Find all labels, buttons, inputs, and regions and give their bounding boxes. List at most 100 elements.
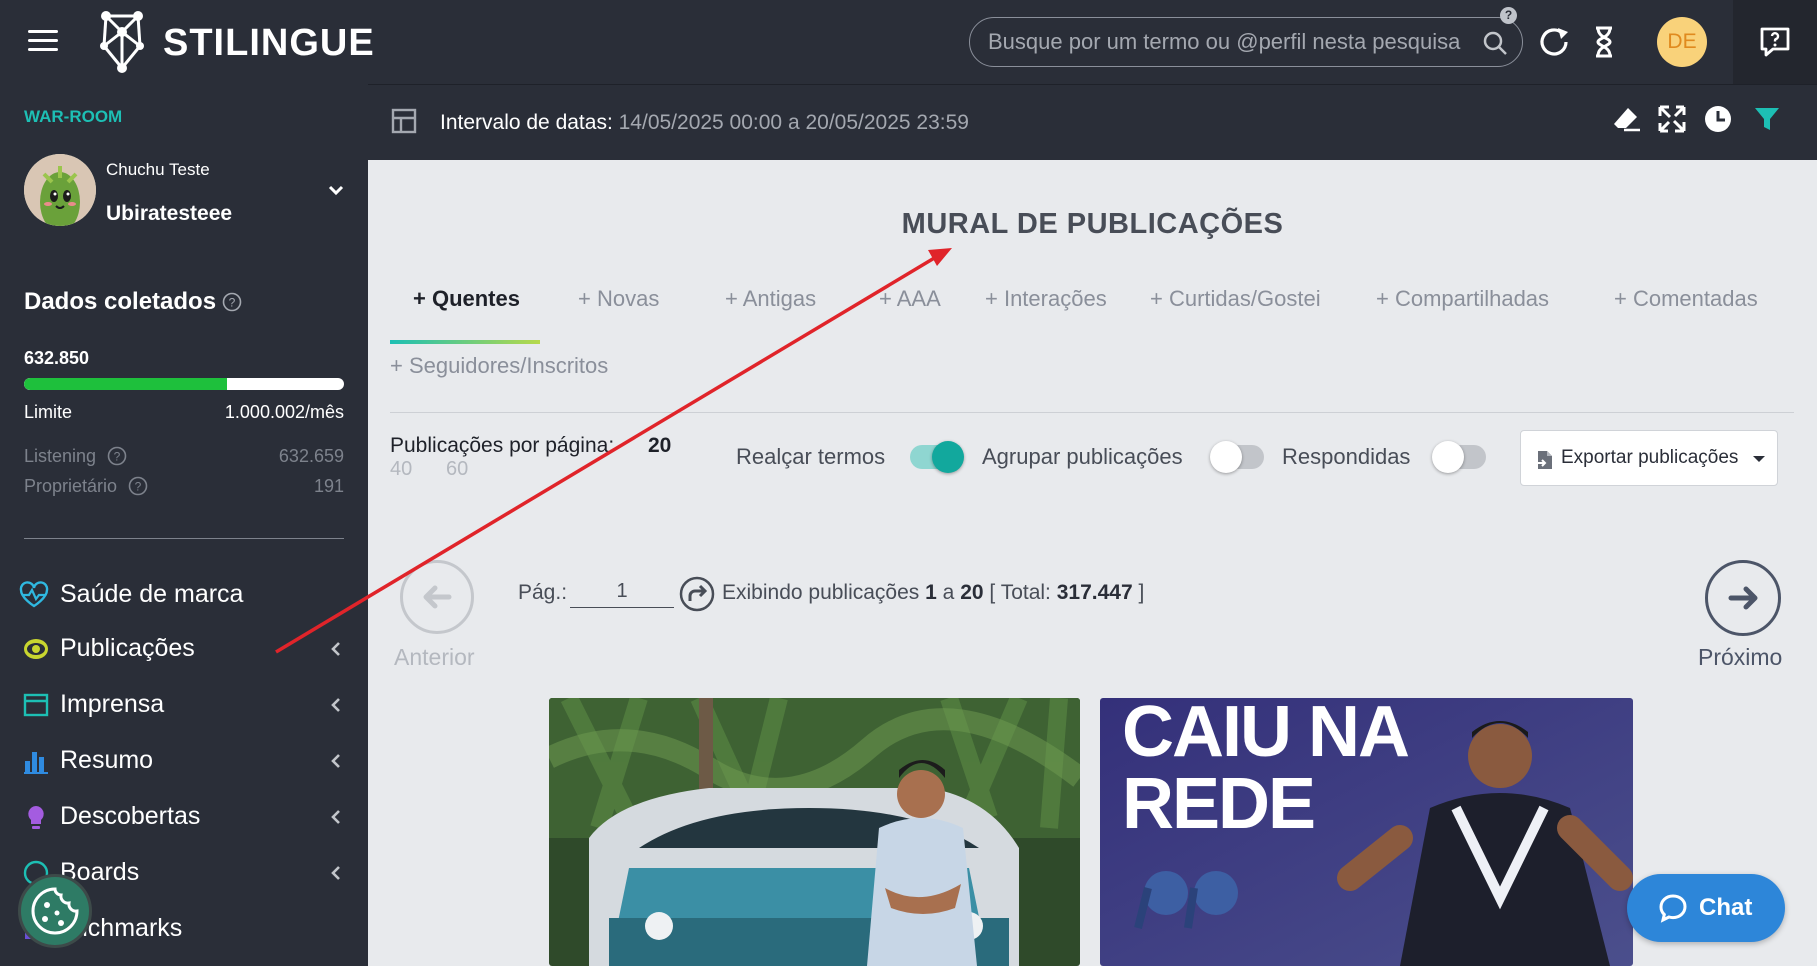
search-input[interactable] [988,27,1468,57]
arrow-left-icon [423,585,452,609]
active-tab-indicator [390,340,540,344]
export-label: Exportar publicações [1561,447,1739,468]
cookie-icon [31,887,79,935]
refresh-icon[interactable] [1536,24,1572,60]
tab-compartilhadas[interactable]: + Compartilhadas [1376,286,1549,312]
next-button[interactable] [1705,560,1781,636]
tab-novas[interactable]: + Novas [578,286,659,312]
sidebar-item-resumo[interactable]: Resumo [0,738,368,784]
tab-antigas[interactable]: + Antigas [725,286,816,312]
profile-avatar[interactable] [24,154,96,226]
help-icon[interactable]: ? [222,292,242,312]
total-suffix: ] [1138,581,1145,604]
filter-icon[interactable] [1751,103,1783,135]
per-page-selected[interactable]: 20 [648,434,671,458]
limit-value: 1.000.002/mês [224,402,344,422]
help-icon[interactable]: ? [107,446,127,466]
sidebar-item-label: Imprensa [60,690,165,718]
toggle-knob [1210,441,1242,473]
highlight-terms-toggle[interactable] [910,441,964,473]
svg-text:?: ? [135,480,142,494]
profile-name: Chuchu Teste [106,160,210,179]
sidebar-item-label: Saúde de marca [60,580,244,608]
total-prefix: [ Total: [989,581,1051,604]
date-range[interactable]: Intervalo de datas: 14/05/2025 00:00 a 2… [440,111,969,135]
tab-seguidores[interactable]: + Seguidores/Inscritos [390,353,608,379]
top-bar: STILINGUE ? DE [0,0,1817,84]
date-range-value: 14/05/2025 00:00 a 20/05/2025 23:59 [618,111,969,134]
chat-icon [1659,894,1687,923]
post-card[interactable] [549,698,1080,966]
chevron-left-icon [331,810,340,824]
sidebar-item-saude-de-marca[interactable]: Saúde de marca [0,572,368,618]
sidebar-item-label: Descobertas [60,802,201,830]
highlight-terms-label: Realçar termos [736,444,886,469]
eye-icon [24,639,48,659]
expand-icon[interactable] [1656,103,1688,135]
page-label: Pág.: [518,581,568,604]
hourglass-icon[interactable] [1586,24,1622,60]
export-button[interactable]: Exportar publicações [1520,430,1778,486]
chevron-left-icon [331,866,340,880]
next-label[interactable]: Próximo [1698,644,1782,671]
sidebar-item-imprensa[interactable]: Imprensa [0,682,368,728]
previous-button[interactable] [400,560,474,634]
search-box[interactable] [969,17,1523,67]
owner-value: 191 [313,476,344,496]
cookie-settings-button[interactable] [18,874,92,948]
help-icon[interactable]: ? [128,476,148,496]
eraser-icon[interactable] [1610,103,1642,135]
date-range-bar: Intervalo de datas: 14/05/2025 00:00 a 2… [368,84,1817,160]
progress-fill [24,378,227,390]
post-card[interactable]: CAIU NA REDE [1100,698,1633,966]
toggle-knob [1432,441,1464,473]
group-posts-toggle[interactable] [1210,441,1264,473]
per-page-option-60[interactable]: 60 [446,458,468,481]
sidebar-item-descobertas[interactable]: Descobertas [0,794,368,840]
chevron-down-icon[interactable] [326,184,346,198]
chevron-left-icon [331,754,340,768]
chat-button[interactable]: Chat [1627,874,1785,942]
page-title: MURAL DE PUBLICAÇÕES [901,208,1284,240]
layout-icon[interactable] [390,107,418,135]
go-to-page-icon[interactable] [679,576,715,612]
tab-curtidas[interactable]: + Curtidas/Gostei [1150,286,1321,312]
per-page-option-40[interactable]: 40 [390,458,412,481]
post-caption-line: REDE [1122,764,1316,844]
post-caption-line: CAIU NA [1122,698,1410,772]
showing-to: 20 [960,581,984,604]
collected-data-title: Dados coletados [24,288,217,315]
listening-value: 632.659 [278,446,344,466]
owner-label-text: Proprietário [24,476,118,496]
svg-text:?: ? [114,450,121,464]
previous-label[interactable]: Anterior [394,644,475,671]
tab-aaa[interactable]: + AAA [879,286,941,312]
search-help-icon[interactable]: ? [1500,7,1517,24]
heart-pulse-icon [19,581,49,608]
answered-toggle[interactable] [1432,441,1486,473]
tabs-divider [390,412,1794,413]
tab-interacoes[interactable]: + Interações [985,286,1107,312]
collected-data-value: 632.850 [24,348,90,368]
clock-icon[interactable] [1702,103,1734,135]
search-icon[interactable] [1482,30,1508,56]
sidebar-item-publicacoes[interactable]: Publicações [0,626,368,672]
listening-label: Listening ? [24,446,127,467]
menu-icon[interactable] [28,30,58,52]
limit-label: Limite [24,402,73,422]
logo-icon [100,11,144,73]
main-content: MURAL DE PUBLICAÇÕES + Quentes + Novas +… [368,160,1817,966]
chat-label: Chat [1699,894,1753,921]
tab-quentes[interactable]: + Quentes [413,286,520,312]
post-caption: CAIU NA REDE [1122,698,1410,844]
user-avatar[interactable]: DE [1657,17,1707,67]
svg-text:?: ? [229,296,236,310]
feedback-button[interactable] [1733,0,1817,84]
collected-data-progress [24,378,344,390]
owner-label: Proprietário ? [24,476,148,497]
sidebar-divider [24,538,344,539]
group-posts-label: Agrupar publicações [982,444,1183,469]
showing-from: 1 [925,581,937,604]
tab-comentadas[interactable]: + Comentadas [1614,286,1758,312]
page-number-input[interactable] [570,576,674,608]
